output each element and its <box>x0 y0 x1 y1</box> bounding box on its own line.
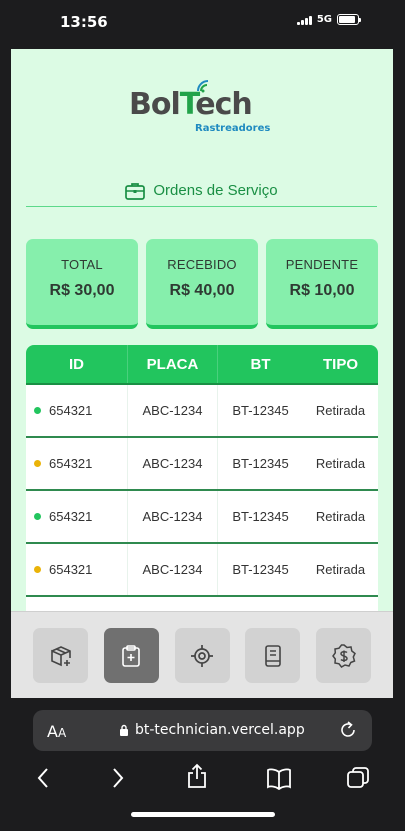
brand-logo: BolTech Rastreadores <box>129 80 279 143</box>
back-icon[interactable] <box>36 766 50 790</box>
column-header-placa[interactable]: PLACA <box>128 345 218 383</box>
orders-table: ID PLACA BT TIPO 654321 ABC-1234 BT-1234… <box>26 345 378 650</box>
table-row[interactable]: 654321 ABC-1234 BT-12345 Retirada <box>26 438 378 491</box>
share-icon[interactable] <box>186 763 208 789</box>
cell-bt: BT-12345 <box>232 509 289 524</box>
dollar-badge-icon <box>331 643 356 668</box>
card-value: R$ 40,00 <box>169 282 235 299</box>
status-dot <box>34 513 41 520</box>
cell-id: 654321 <box>26 491 128 542</box>
card-label: PENDENTE <box>285 257 359 272</box>
text-size-button[interactable]: AA <box>47 722 66 741</box>
url-text: bt-technician.vercel.app <box>135 722 305 738</box>
status-dot <box>34 407 41 414</box>
column-header-bt[interactable]: BT <box>218 345 303 383</box>
locate-icon <box>191 644 213 667</box>
cell-placa: ABC-1234 <box>128 385 218 436</box>
home-indicator <box>131 812 275 817</box>
column-header-tipo[interactable]: TIPO <box>303 345 378 383</box>
brand-subtitle: Rastreadores <box>195 123 271 134</box>
card-label: RECEBIDO <box>167 257 237 272</box>
tabs-icon[interactable] <box>346 766 370 790</box>
cell-placa: ABC-1234 <box>128 544 218 595</box>
cell-placa: ABC-1234 <box>128 438 218 489</box>
summary-card-recebido: RECEBIDO R$ 40,00 <box>146 239 258 329</box>
cell-id: 654321 <box>26 438 128 489</box>
signal-icon <box>296 15 312 25</box>
briefcase-icon <box>125 182 146 200</box>
summary-card-pendente: PENDENTE R$ 10,00 <box>266 239 378 329</box>
lock-icon <box>120 724 128 736</box>
cell-tipo: Retirada <box>315 509 366 524</box>
cell-id: 654321 <box>26 385 128 436</box>
summary-card-total: TOTAL R$ 30,00 <box>26 239 138 329</box>
network-label: 5G <box>316 14 332 25</box>
app-viewport: BolTech Rastreadores Ordens de Serviço T… <box>11 49 393 698</box>
browser-toolbar <box>0 760 405 800</box>
nav-payments-button[interactable] <box>316 628 371 683</box>
reload-icon[interactable] <box>338 720 358 740</box>
status-time: 13:56 <box>60 13 108 31</box>
bookmarks-icon[interactable] <box>266 768 292 790</box>
url-display[interactable]: bt-technician.vercel.app <box>119 722 305 738</box>
cell-id: 654321 <box>26 544 128 595</box>
table-row[interactable]: 654321 ABC-1234 BT-12345 Retirada <box>26 491 378 544</box>
brand-name: BolTech <box>129 87 253 122</box>
table-header: ID PLACA BT TIPO <box>26 345 378 385</box>
status-indicators: 5G <box>296 14 361 25</box>
package-plus-icon <box>50 645 71 666</box>
cell-bt: BT-12345 <box>232 403 289 418</box>
forward-icon[interactable] <box>111 766 125 790</box>
card-value: R$ 30,00 <box>49 282 115 299</box>
table-row[interactable]: 654321 ABC-1234 BT-12345 Retirada <box>26 385 378 438</box>
status-dot <box>34 460 41 467</box>
status-dot <box>34 566 41 573</box>
summary-cards: TOTAL R$ 30,00 RECEBIDO R$ 40,00 PENDENT… <box>26 239 378 329</box>
nav-orders-button[interactable] <box>103 628 159 683</box>
card-value: R$ 10,00 <box>289 282 355 299</box>
cell-tipo: Retirada <box>315 403 366 418</box>
cell-tipo: Retirada <box>315 562 366 577</box>
card-label: TOTAL <box>61 257 103 272</box>
status-bar: 13:56 5G <box>0 0 405 42</box>
cell-bt: BT-12345 <box>232 562 289 577</box>
browser-address-bar[interactable]: AA bt-technician.vercel.app <box>33 710 372 751</box>
nav-new-package-button[interactable] <box>33 628 88 683</box>
battery-icon <box>337 14 361 25</box>
page-title: Ordens de Serviço <box>153 182 278 199</box>
bottom-nav <box>11 611 393 698</box>
cell-tipo: Retirada <box>315 456 366 471</box>
section-header: Ordens de Serviço <box>26 175 377 207</box>
column-header-id[interactable]: ID <box>26 345 128 383</box>
book-icon <box>264 644 281 667</box>
table-row[interactable]: 654321 ABC-1234 BT-12345 Retirada <box>26 544 378 597</box>
battery-fill <box>339 16 356 23</box>
nav-book-button[interactable] <box>245 628 301 683</box>
cell-bt: BT-12345 <box>232 456 289 471</box>
cell-placa: ABC-1234 <box>128 491 218 542</box>
clipboard-plus-icon <box>122 644 141 667</box>
nav-locate-button[interactable] <box>174 628 230 683</box>
